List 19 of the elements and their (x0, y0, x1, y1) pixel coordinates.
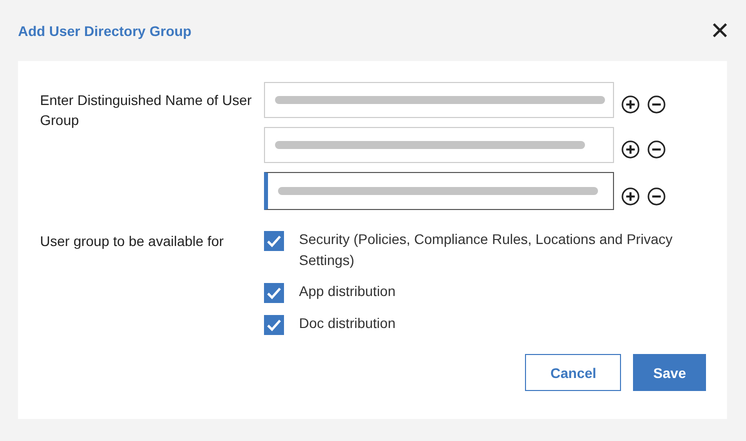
checkbox[interactable] (264, 283, 284, 303)
checkbox-label: App distribution (299, 282, 397, 301)
input-field[interactable] (264, 172, 614, 210)
close-button[interactable]: ✕ (706, 16, 733, 44)
remove-icon[interactable] (647, 140, 666, 159)
remove-icon[interactable] (647, 95, 666, 114)
cancel-button[interactable]: Cancel (525, 354, 622, 391)
checkbox[interactable] (264, 231, 284, 251)
save-button[interactable]: Save (633, 354, 706, 391)
checkbox[interactable] (264, 315, 284, 335)
remove-icon[interactable] (647, 187, 666, 206)
dialog-title: Add User Directory Group (18, 22, 192, 38)
add-icon[interactable] (621, 95, 640, 114)
add-icon[interactable] (621, 187, 640, 206)
checkbox-label: Doc distribution (299, 314, 396, 333)
checkbox-label: Security (Policies, Compliance Rules, Locations and Privacy Settings) (299, 230, 674, 270)
field-label: Enter Distinguished Name of User Group (40, 91, 253, 130)
add-icon[interactable] (621, 140, 640, 159)
field-label: User group to be available for (40, 232, 225, 251)
